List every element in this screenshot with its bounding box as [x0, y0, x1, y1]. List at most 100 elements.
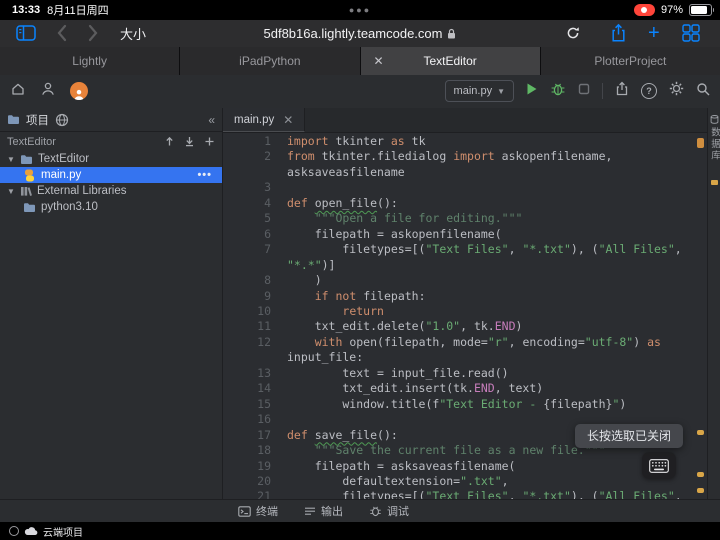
code-row: 15 window.title(f"Text Editor - {filepat…	[257, 396, 627, 411]
library-icon	[21, 187, 32, 196]
code-row: asksaveasfilename	[287, 164, 405, 179]
warning-stripe-mark	[697, 488, 704, 493]
code-row: 8 )	[264, 273, 322, 288]
browser-tab-lightly[interactable]: Lightly	[0, 47, 181, 75]
collapse-panel-icon[interactable]: «	[208, 113, 215, 127]
settings-button[interactable]	[669, 81, 684, 101]
database-icon	[710, 115, 718, 124]
help-button[interactable]: ?	[641, 83, 657, 99]
code-row: "*.*")]	[287, 257, 336, 272]
battery-icon	[689, 4, 714, 16]
tree-item-python310[interactable]: python3.10	[0, 199, 222, 215]
home-button[interactable]	[10, 81, 26, 102]
tab-overview-button[interactable]	[682, 20, 700, 46]
tree-item-mainpy[interactable]: main.py •••	[0, 167, 222, 183]
share-project-button[interactable]	[615, 81, 629, 101]
url-text: 5df8b16a.lightly.teamcode.com	[263, 25, 443, 41]
right-tool-strip: 数据库	[707, 108, 720, 500]
tab-close-icon[interactable]: ✕	[283, 113, 293, 127]
code-row: input_file:	[287, 350, 364, 365]
python-file-icon	[25, 169, 34, 181]
avatar[interactable]	[70, 82, 88, 100]
output-icon	[305, 507, 315, 515]
terminal-tab[interactable]: 终端	[238, 503, 278, 519]
project-panel: 项目 « TextEditor ▼ TextEditor main.py •••…	[0, 108, 223, 500]
battery-percent: 97%	[660, 4, 683, 16]
browser-tab-plotterproject[interactable]: PlotterProject	[540, 47, 720, 75]
cloud-icon	[24, 527, 38, 536]
code-row: 4 def open_file():	[264, 195, 398, 210]
warning-stripe-mark	[697, 430, 704, 435]
warning-stripe-mark	[697, 164, 704, 169]
folder-icon	[24, 202, 35, 212]
code-row: 19 filepath = asksaveasfilename(	[257, 458, 516, 473]
bug-icon	[370, 506, 381, 517]
tool-tab-project[interactable]: 项目	[26, 112, 49, 128]
more-options-icon[interactable]: •••	[197, 169, 222, 181]
cloud-project-label[interactable]: 云端项目	[43, 524, 83, 539]
selection-toast: 长按选取已关闭	[574, 424, 683, 448]
bottom-app-strip: 云端项目	[0, 522, 720, 540]
debug-tab[interactable]: 调试	[369, 503, 409, 519]
date: 8月11日周四	[47, 5, 109, 17]
search-button[interactable]	[696, 82, 710, 101]
ide-window: main.py ▼ ? 项目 « TextEditor ▼ TextEditor…	[0, 75, 720, 522]
stop-button[interactable]	[578, 82, 590, 100]
editor: main.py ✕ 1 import tkinter as tk 2 from tki…	[223, 108, 707, 500]
clock: 13:33	[12, 4, 41, 16]
keyboard-toggle-button[interactable]	[642, 452, 676, 479]
code-row: 6 filepath = askopenfilename(	[264, 226, 502, 241]
code-row: 11 txt_edit.delete("1.0", tk.END)	[257, 319, 523, 334]
file-tree: ▼ TextEditor main.py ••• ▼ External Libr…	[0, 151, 222, 215]
chevron-down-icon: ▼	[497, 86, 505, 96]
editor-tab-mainpy[interactable]: main.py ✕	[223, 108, 306, 132]
code-row: 10 return	[257, 303, 384, 318]
code-row: 2 from tkinter.filedialog import askopenf…	[264, 149, 613, 164]
add-icon[interactable]	[204, 136, 215, 147]
code-row: 5 """Open a file for editing."""	[264, 211, 523, 226]
toolbar-divider	[602, 83, 603, 99]
code-row: 20 defaultextension=".txt",	[257, 473, 509, 488]
browser-tab-bar: Lightly iPadPython ✕ TextEditor PlotterP…	[0, 47, 720, 75]
warning-stripe-mark	[697, 138, 704, 148]
code-row: 3	[264, 180, 271, 195]
chevron-down-icon[interactable]: ▼	[7, 155, 15, 164]
code-row: 1 import tkinter as tk	[264, 134, 426, 148]
keyboard-icon	[649, 458, 669, 473]
tree-item-texteditor[interactable]: ▼ TextEditor	[0, 151, 222, 167]
upload-icon[interactable]	[164, 136, 175, 147]
run-button[interactable]	[526, 82, 538, 101]
workspace: 项目 « TextEditor ▼ TextEditor main.py •••…	[0, 108, 720, 500]
warning-stripe-mark	[697, 472, 704, 477]
download-icon[interactable]	[184, 136, 195, 147]
project-panel-header: TextEditor	[0, 132, 222, 151]
share-button[interactable]	[610, 20, 627, 46]
tree-item-external-libraries[interactable]: ▼ External Libraries	[0, 183, 222, 199]
multitask-handle-icon: ●●●	[348, 5, 372, 15]
screen-recording-icon[interactable]	[633, 4, 655, 16]
editor-tab-bar: main.py ✕	[223, 108, 707, 133]
folder-icon	[21, 154, 32, 164]
browser-tab-ipadpython[interactable]: iPadPython	[180, 47, 361, 75]
ios-status-bar: 13:33 8月11日周四 ●●● 97%	[0, 0, 720, 20]
editor-scrollbar[interactable]	[695, 132, 707, 500]
status-dot-icon	[9, 526, 19, 536]
browser-tab-texteditor[interactable]: ✕ TextEditor	[360, 47, 541, 75]
folder-icon	[8, 115, 19, 124]
new-tab-button[interactable]: +	[648, 20, 660, 46]
output-tab[interactable]: 输出	[304, 503, 343, 519]
globe-icon[interactable]	[55, 113, 69, 127]
code-row: 12 with open(filepath, mode="r", encodin…	[257, 334, 661, 349]
code-row: 7 filetypes=[("Text Files", "*.txt"), ("…	[264, 242, 682, 257]
terminal-icon	[238, 505, 251, 517]
code-row: 14 txt_edit.insert(tk.END, text)	[257, 381, 544, 396]
run-config-select[interactable]: main.py ▼	[444, 80, 514, 102]
tab-close-icon[interactable]: ✕	[374, 54, 384, 68]
chevron-down-icon[interactable]: ▼	[7, 187, 15, 196]
reload-button[interactable]	[566, 20, 580, 46]
panel-title: TextEditor	[7, 135, 56, 148]
collaborate-button[interactable]	[40, 81, 56, 102]
right-tool-tab-database[interactable]: 数据库	[708, 115, 720, 162]
debug-button[interactable]	[550, 82, 566, 101]
lock-icon	[448, 28, 456, 38]
